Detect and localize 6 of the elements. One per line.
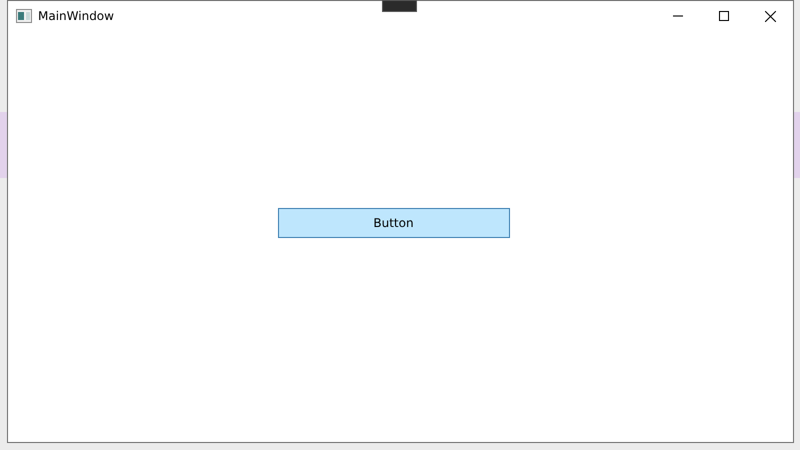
maximize-icon [719, 11, 729, 21]
window-title: MainWindow [38, 9, 114, 23]
close-icon [764, 10, 776, 22]
main-button[interactable]: Button [278, 208, 510, 238]
drag-handle[interactable] [382, 0, 417, 12]
window-icon [16, 9, 32, 23]
